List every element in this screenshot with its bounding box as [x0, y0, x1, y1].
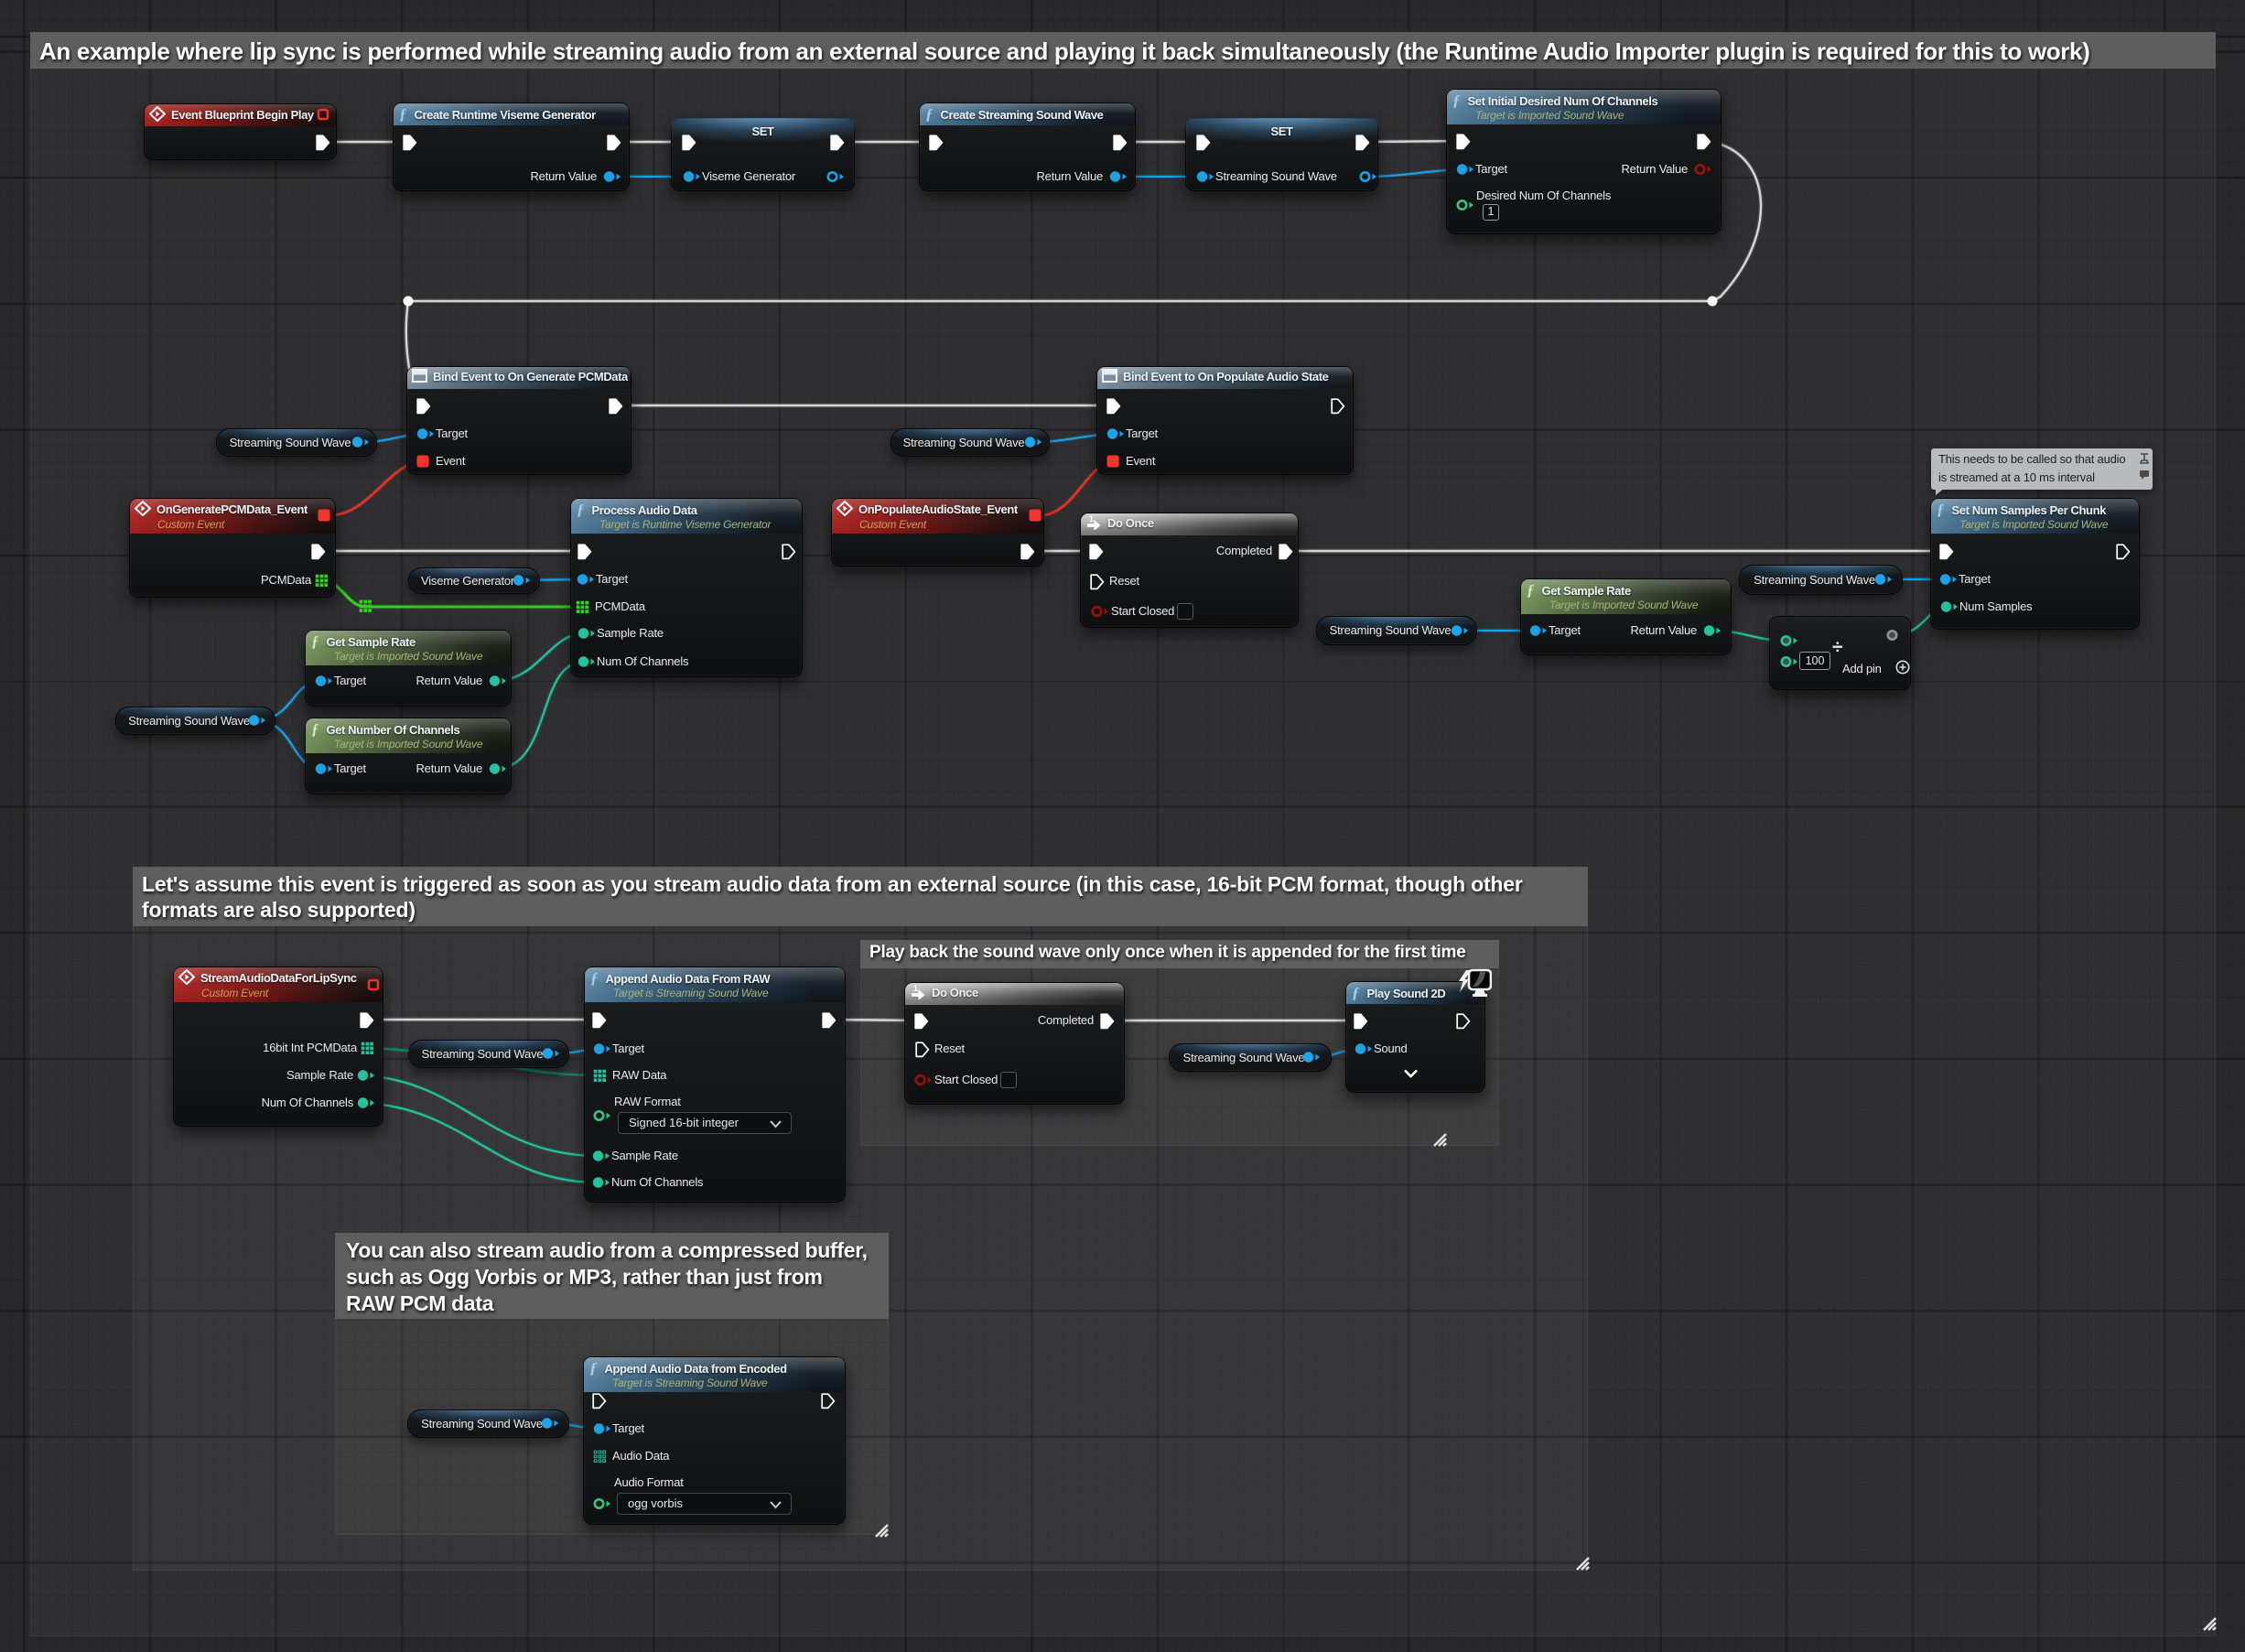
svg-text:1: 1	[1089, 514, 1094, 524]
svg-text:1: 1	[913, 984, 918, 993]
